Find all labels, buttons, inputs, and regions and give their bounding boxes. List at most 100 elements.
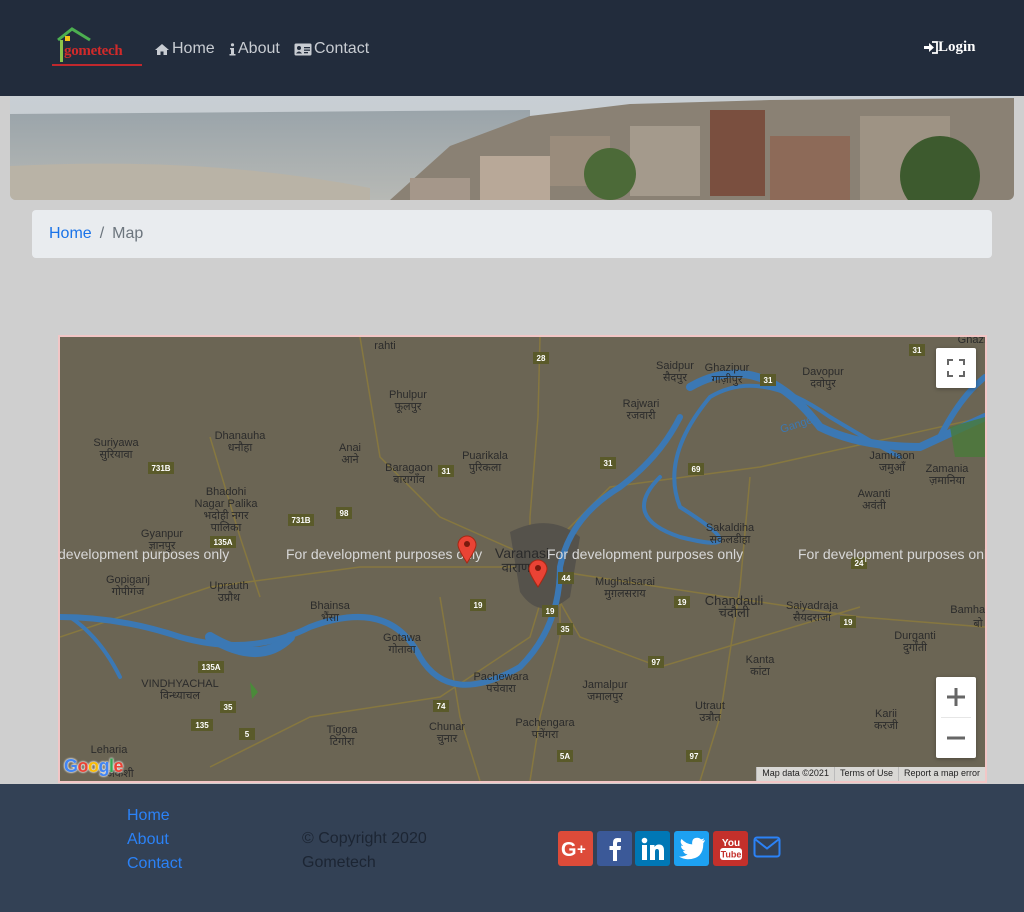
svg-text:पुरिकला: पुरिकला [469, 461, 502, 474]
info-icon [229, 42, 236, 55]
svg-text:Pachewara: Pachewara [473, 671, 529, 683]
svg-text:Gopiganj: Gopiganj [106, 574, 150, 586]
svg-text:Karii: Karii [875, 708, 897, 720]
google-plus-icon[interactable]: G + [558, 831, 593, 866]
svg-text:rahti: rahti [374, 340, 395, 352]
google-map[interactable]: rahti Saidpur सैदपुर Ghazipur गाज़ीपुर Dav… [58, 335, 987, 783]
google-logo[interactable]: Google [64, 756, 124, 777]
svg-text:development purposes only: development purposes only [60, 546, 229, 562]
svg-text:Awanti: Awanti [858, 488, 891, 500]
minus-icon [947, 736, 965, 740]
svg-text:पालिका: पालिका [211, 521, 242, 534]
login-button[interactable]: Login [924, 39, 976, 56]
svg-text:Utraut: Utraut [695, 700, 725, 712]
nav-about-link[interactable]: About [229, 38, 280, 60]
facebook-icon[interactable] [597, 831, 632, 866]
svg-text:चुनार: चुनार [437, 733, 458, 745]
svg-text:You: You [721, 838, 739, 849]
svg-text:Uprauth: Uprauth [209, 580, 248, 592]
gometech-logo[interactable]: gometech [50, 26, 144, 70]
svg-text:31: 31 [442, 467, 451, 476]
svg-text:गोतावा: गोतावा [388, 643, 415, 656]
svg-text:Jamuaon: Jamuaon [869, 450, 914, 462]
breadcrumb-separator: / [99, 225, 105, 242]
logo-text: gometech [64, 43, 123, 59]
svg-text:बो: बो [973, 617, 982, 630]
svg-text:Varanasi: Varanasi [495, 545, 549, 561]
svg-text:Saidpur: Saidpur [656, 360, 694, 372]
svg-text:28: 28 [537, 354, 546, 363]
zoom-control [936, 677, 976, 758]
footer-home-link[interactable]: Home [127, 807, 170, 825]
svg-text:Gyanpur: Gyanpur [141, 528, 184, 540]
terms-of-use-link[interactable]: Terms of Use [833, 767, 898, 781]
linkedin-icon[interactable] [635, 831, 670, 866]
svg-text:35: 35 [561, 625, 570, 634]
breadcrumb-home-link[interactable]: Home [49, 225, 92, 243]
svg-text:For development purposes only: For development purposes only [547, 546, 743, 562]
svg-text:For development purposes only: For development purposes only [798, 546, 985, 562]
svg-text:धनौहा: धनौहा [228, 441, 253, 454]
svg-text:19: 19 [844, 618, 853, 627]
svg-text:98: 98 [340, 509, 349, 518]
svg-text:सैयदराजा: सैयदराजा [793, 611, 831, 624]
svg-text:Dhanauha: Dhanauha [215, 430, 267, 442]
svg-text:Puarikala: Puarikala [462, 450, 509, 462]
nav-contact-link[interactable]: Contact [294, 38, 369, 60]
svg-text:Kanta: Kanta [746, 654, 776, 666]
svg-text:31: 31 [604, 459, 613, 468]
svg-text:चंदौली: चंदौली [719, 605, 750, 620]
address-card-icon [294, 43, 312, 55]
svg-text:सैदपुर: सैदपुर [663, 371, 688, 384]
svg-text:पचेंगरा: पचेंगरा [532, 728, 559, 741]
nav-contact-label: Contact [314, 40, 370, 57]
svg-text:भैंसा: भैंसा [321, 611, 339, 624]
fullscreen-button[interactable] [936, 348, 976, 388]
svg-text:74: 74 [437, 702, 446, 711]
svg-text:Sakaldiha: Sakaldiha [706, 522, 755, 534]
login-label: Login [938, 39, 976, 55]
zoom-in-button[interactable] [936, 677, 976, 717]
svg-text:पचेवारा: पचेवारा [486, 682, 516, 695]
svg-text:दुर्गांती: दुर्गांती [903, 641, 927, 655]
svg-text:कांटा: कांटा [750, 665, 770, 678]
svg-text:मुग़लसराय: मुग़लसराय [604, 588, 646, 600]
svg-text:Ghazipur: Ghazipur [958, 337, 985, 346]
svg-text:Jamalpur: Jamalpur [582, 679, 628, 691]
svg-text:35: 35 [224, 703, 233, 712]
footer-about-link[interactable]: About [127, 831, 169, 849]
svg-text:135: 135 [195, 721, 209, 730]
svg-text:Suriyawa: Suriyawa [93, 437, 139, 449]
svg-text:19: 19 [678, 598, 687, 607]
svg-text:गोपीगंज: गोपीगंज [112, 585, 145, 598]
svg-text:गाज़ीपुर: गाज़ीपुर [712, 373, 743, 386]
zoom-out-button[interactable] [936, 718, 976, 758]
svg-text:Davopur: Davopur [802, 366, 844, 378]
home-icon [155, 43, 169, 55]
svg-text:भदोही नगर: भदोही नगर [204, 509, 249, 522]
svg-text:बारागाँव: बारागाँव [393, 473, 426, 486]
svg-text:+: + [577, 841, 586, 858]
svg-text:VINDHYACHAL: VINDHYACHAL [141, 678, 218, 690]
map-attribution: Map data ©2021 Terms of Use Report a map… [756, 767, 985, 781]
svg-text:Saiyadraja: Saiyadraja [786, 600, 839, 612]
email-icon[interactable] [753, 836, 781, 863]
svg-text:97: 97 [652, 658, 661, 667]
sign-in-icon [924, 41, 938, 54]
twitter-icon[interactable] [674, 831, 709, 866]
youtube-icon[interactable]: You Tube [713, 831, 748, 866]
svg-text:टिगोरा: टिगोरा [330, 735, 355, 748]
logo-underline [52, 64, 142, 66]
svg-text:For development purposes only: For development purposes only [286, 546, 482, 562]
svg-text:731B: 731B [291, 516, 310, 525]
svg-text:अवंती: अवंती [862, 499, 886, 512]
map-canvas[interactable]: rahti Saidpurसैदपुर Ghazipurगाज़ीपुर Dav… [60, 337, 985, 781]
report-map-error-link[interactable]: Report a map error [897, 767, 985, 781]
nav-home-link[interactable]: Home [154, 38, 215, 60]
svg-text:Chunar: Chunar [429, 721, 465, 733]
footer-contact-link[interactable]: Contact [127, 855, 182, 873]
svg-text:Ghazipur: Ghazipur [705, 362, 750, 374]
svg-text:31: 31 [913, 346, 922, 355]
svg-text:सुरियावा: सुरियावा [100, 448, 133, 461]
breadcrumb: Home / Map [32, 210, 992, 258]
